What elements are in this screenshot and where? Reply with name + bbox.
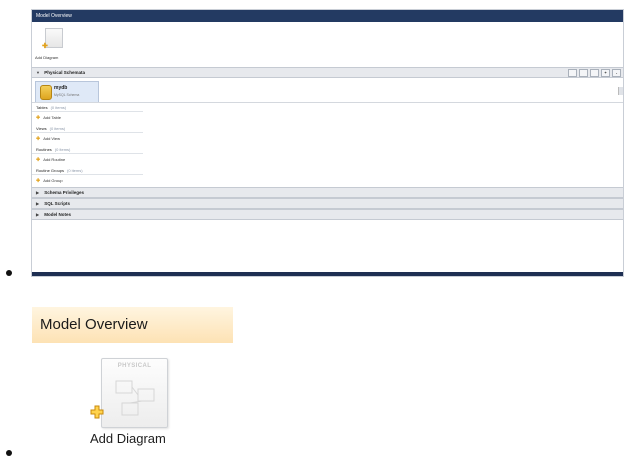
add-routine-item[interactable]: ✚ Add Routine bbox=[32, 154, 623, 166]
add-view-item[interactable]: ✚ Add View bbox=[32, 133, 623, 145]
list-bullet bbox=[6, 270, 12, 276]
add-label: Add View bbox=[43, 136, 61, 141]
group-header-routine-groups: Routine Groups (0 items) bbox=[32, 166, 143, 175]
add-label: Add Routine bbox=[43, 157, 66, 162]
section-schema-privileges[interactable]: ▶ Schema Privileges bbox=[32, 187, 623, 198]
expand-arrow-icon: ▼ bbox=[36, 70, 40, 75]
schema-object-list: Tables (0 items) ✚ Add Table Views (0 items… bbox=[32, 103, 623, 187]
add-group-item[interactable]: ✚ Add Group bbox=[32, 175, 623, 187]
plus-icon: ✚ bbox=[42, 43, 48, 50]
group-count: (0 items) bbox=[67, 168, 83, 173]
add-table-item[interactable]: ✚ Add Table bbox=[32, 112, 623, 124]
add-label: Add Group bbox=[43, 178, 63, 183]
window-title-bar: Model Overview bbox=[32, 10, 623, 22]
schema-tab-mydb[interactable]: mydb MySQL Schema bbox=[35, 81, 99, 102]
group-label: Tables bbox=[36, 105, 48, 110]
model-overview-header: Model Overview bbox=[32, 307, 233, 343]
plus-icon bbox=[90, 405, 104, 419]
toolbar-button[interactable] bbox=[590, 69, 599, 77]
collapse-arrow-icon: ▶ bbox=[36, 201, 40, 206]
add-diagram-label[interactable]: Add Diagram bbox=[90, 431, 166, 446]
group-label: Routines bbox=[36, 147, 52, 152]
list-bullet bbox=[6, 450, 12, 456]
diagram-icon[interactable]: PHYSICAL bbox=[101, 358, 168, 428]
section-model-notes[interactable]: ▶ Model Notes bbox=[32, 209, 623, 220]
add-icon: ✚ bbox=[36, 178, 41, 184]
add-label: Add Table bbox=[43, 115, 61, 120]
add-diagram-label[interactable]: Add Diagram bbox=[35, 55, 58, 60]
schema-tabs: mydb MySQL Schema bbox=[32, 78, 623, 103]
add-icon: ✚ bbox=[36, 136, 41, 142]
add-schema-button[interactable]: + bbox=[601, 69, 610, 77]
scroll-button[interactable] bbox=[618, 87, 623, 95]
section-physical-schemata[interactable]: ▼ Physical Schemata + - bbox=[32, 67, 623, 78]
schema-subtitle: MySQL Schema bbox=[54, 93, 80, 97]
workbench-model-window: Model Overview ✚ Add Diagram ▼ Physical … bbox=[31, 9, 624, 277]
group-label: Routine Groups bbox=[36, 168, 65, 173]
section-label: Physical Schemata bbox=[44, 70, 86, 75]
group-count: (0 items) bbox=[54, 147, 71, 152]
group-header-views: Views (0 items) bbox=[32, 124, 143, 133]
section-label: SQL Scripts bbox=[44, 201, 70, 206]
add-icon: ✚ bbox=[36, 115, 41, 121]
collapse-arrow-icon: ▶ bbox=[36, 212, 40, 217]
section-label: Schema Privileges bbox=[44, 190, 85, 195]
schema-name: mydb bbox=[54, 85, 68, 91]
toolbar-button[interactable] bbox=[579, 69, 588, 77]
diagram-sketch bbox=[115, 380, 155, 416]
remove-schema-button[interactable]: - bbox=[612, 69, 621, 77]
collapse-arrow-icon: ▶ bbox=[36, 190, 40, 195]
group-header-routines: Routines (0 items) bbox=[32, 145, 143, 154]
schema-toolbar: + - bbox=[568, 69, 621, 77]
section-label: Model Notes bbox=[44, 212, 72, 217]
group-count: (0 items) bbox=[50, 105, 67, 110]
group-count: (0 items) bbox=[49, 126, 66, 131]
window-bottom-bar bbox=[32, 272, 623, 276]
model-overview-area: ✚ Add Diagram bbox=[32, 22, 623, 67]
database-icon bbox=[40, 85, 52, 100]
add-icon: ✚ bbox=[36, 157, 41, 163]
group-header-tables: Tables (0 items) bbox=[32, 103, 143, 112]
group-label: Views bbox=[36, 126, 47, 131]
section-sql-scripts[interactable]: ▶ SQL Scripts bbox=[32, 198, 623, 209]
toolbar-button[interactable] bbox=[568, 69, 577, 77]
